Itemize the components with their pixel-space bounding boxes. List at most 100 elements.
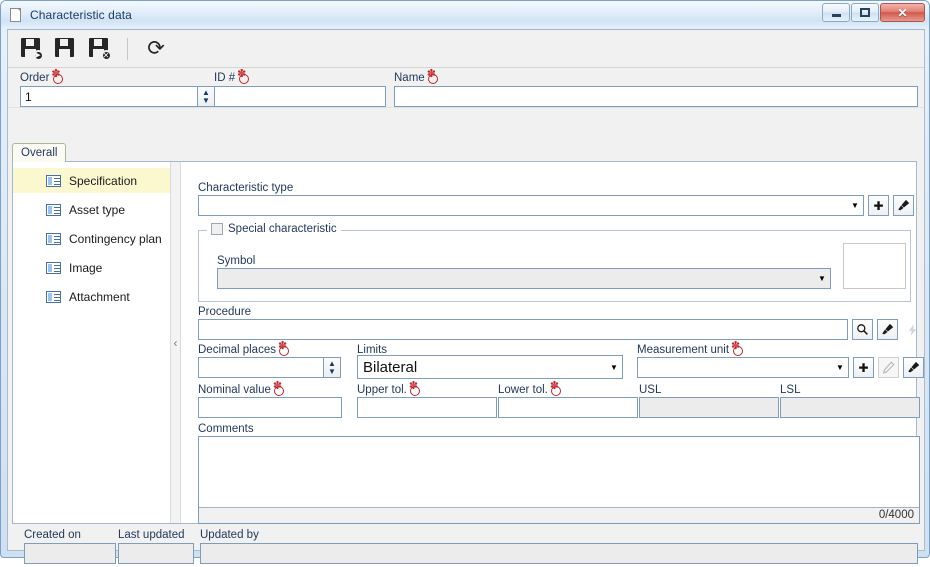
sidebar-item-label: Contingency plan [69, 231, 162, 246]
specification-form: Characteristic type ▼ ✚ Special characte… [182, 162, 924, 524]
pencil-icon [882, 361, 895, 374]
chevron-down-icon[interactable]: ▼ [847, 201, 863, 210]
tab-overall[interactable]: Overall [12, 143, 67, 162]
usl-label: USL [639, 384, 662, 396]
close-button[interactable]: ✕ [880, 3, 925, 22]
usl-input[interactable] [639, 397, 779, 418]
lsl-label: LSL [780, 384, 801, 396]
refresh-button[interactable]: ⟳ [143, 36, 169, 62]
chevron-down-icon[interactable]: ▼ [606, 363, 622, 372]
characteristic-type-clear-button[interactable] [893, 195, 914, 216]
save-and-new-button[interactable]: ▶ [18, 36, 44, 62]
characteristic-type-add-button[interactable]: ✚ [868, 195, 889, 216]
symbol-combo[interactable]: ▼ [217, 268, 831, 289]
sidebar-item-attachment[interactable]: Attachment [13, 284, 170, 309]
spinner-down-icon[interactable]: ▼ [328, 367, 336, 376]
save-button[interactable] [52, 36, 78, 62]
procedure-clear-button[interactable] [877, 319, 898, 340]
form-icon [46, 290, 61, 303]
title-bar: Characteristic data ✕ [1, 1, 929, 29]
plus-icon: ✚ [873, 198, 884, 213]
last-updated-label: Last updated [118, 529, 185, 541]
save-and-close-button[interactable]: ✕ [86, 36, 112, 62]
floppy-save-new-icon: ▶ [20, 38, 44, 61]
measurement-unit-clear-button[interactable] [903, 357, 924, 378]
id-label: ID # [214, 69, 249, 84]
plus-icon: ✚ [858, 360, 869, 375]
name-label: Name [394, 69, 439, 84]
procedure-search-button[interactable] [852, 319, 873, 340]
lsl-input[interactable] [780, 397, 920, 418]
required-icon [731, 341, 743, 356]
chevron-down-icon[interactable]: ▼ [814, 274, 830, 283]
created-on-label: Created on [24, 529, 81, 541]
sidebar-item-label: Asset type [69, 202, 126, 217]
toolbar-separator [127, 37, 128, 60]
order-field-group: ▲ ▼ [20, 86, 215, 107]
id-input[interactable] [214, 86, 386, 107]
procedure-lightning-button[interactable] [902, 319, 923, 340]
measurement-unit-add-button[interactable]: ✚ [853, 357, 874, 378]
comments-label: Comments [198, 423, 254, 435]
sidebar-item-asset-type[interactable]: Asset type [13, 197, 170, 222]
procedure-input[interactable] [198, 319, 848, 340]
comments-text[interactable] [199, 437, 919, 507]
chevron-down-icon[interactable]: ▼ [832, 363, 848, 372]
created-on-input[interactable] [24, 543, 116, 564]
limits-combo[interactable]: Bilateral ▼ [357, 355, 623, 379]
comments-field[interactable]: 0/4000 [198, 436, 920, 524]
content-panel: Specification Asset type Contingency pla… [12, 161, 924, 524]
minimize-icon [831, 14, 841, 17]
maximize-button[interactable] [851, 3, 879, 22]
decimal-places-spinner[interactable]: ▲ ▼ [324, 357, 341, 378]
footer-fields: Created on Last updated Updated by [12, 529, 918, 567]
magnifier-icon [857, 324, 868, 335]
required-icon [278, 341, 290, 356]
form-icon [46, 203, 61, 216]
lower-tol-label: Lower tol. [498, 381, 562, 396]
form-icon [46, 232, 61, 245]
order-spinner[interactable]: ▲ ▼ [198, 86, 215, 107]
restore-icon [860, 8, 870, 17]
sidebar-item-specification[interactable]: Specification [13, 168, 170, 193]
upper-tol-input[interactable] [357, 397, 497, 418]
measurement-unit-group: ▼ ✚ [637, 357, 924, 378]
characteristic-type-label: Characteristic type [198, 182, 294, 194]
chevron-left-icon[interactable]: ‹ [174, 337, 178, 349]
special-characteristic-header: Special characteristic [207, 223, 341, 235]
measurement-unit-edit-button[interactable] [878, 357, 899, 378]
special-characteristic-checkbox[interactable] [211, 223, 223, 235]
symbol-preview [843, 243, 906, 289]
required-icon [51, 69, 63, 84]
updated-by-label: Updated by [200, 529, 259, 541]
required-icon [273, 381, 285, 396]
last-updated-input[interactable] [118, 543, 194, 564]
decimal-places-input[interactable] [198, 357, 324, 378]
required-icon [409, 381, 421, 396]
sidebar-item-contingency-plan[interactable]: Contingency plan [13, 226, 170, 251]
order-input[interactable] [20, 86, 198, 107]
spinner-down-icon[interactable]: ▼ [202, 96, 210, 105]
procedure-label: Procedure [198, 306, 252, 318]
lower-tol-input[interactable] [498, 397, 638, 418]
refresh-icon: ⟳ [147, 37, 165, 60]
floppy-save-close-icon: ✕ [88, 38, 112, 61]
minimize-button[interactable] [822, 3, 850, 22]
tab-strip: Overall [12, 143, 917, 162]
symbol-label: Symbol [217, 255, 256, 267]
sidebar-item-image[interactable]: Image [13, 255, 170, 280]
nominal-value-input[interactable] [198, 397, 342, 418]
limits-value: Bilateral [363, 358, 418, 376]
special-characteristic-label: Special characteristic [228, 223, 337, 235]
brush-icon [908, 361, 920, 373]
sidebar-splitter[interactable]: ‹ [171, 162, 181, 523]
upper-tol-label: Upper tol. [357, 381, 421, 396]
characteristic-type-combo[interactable]: ▼ [198, 195, 864, 216]
updated-by-input[interactable] [200, 543, 918, 564]
special-characteristic-group: Special characteristic Symbol ▼ [198, 223, 911, 302]
toolbar: ▶ ✕ ⟳ [8, 30, 924, 68]
name-input[interactable] [394, 86, 918, 107]
measurement-unit-combo[interactable]: ▼ [637, 357, 849, 378]
brush-icon [898, 199, 910, 211]
procedure-group [198, 319, 923, 340]
